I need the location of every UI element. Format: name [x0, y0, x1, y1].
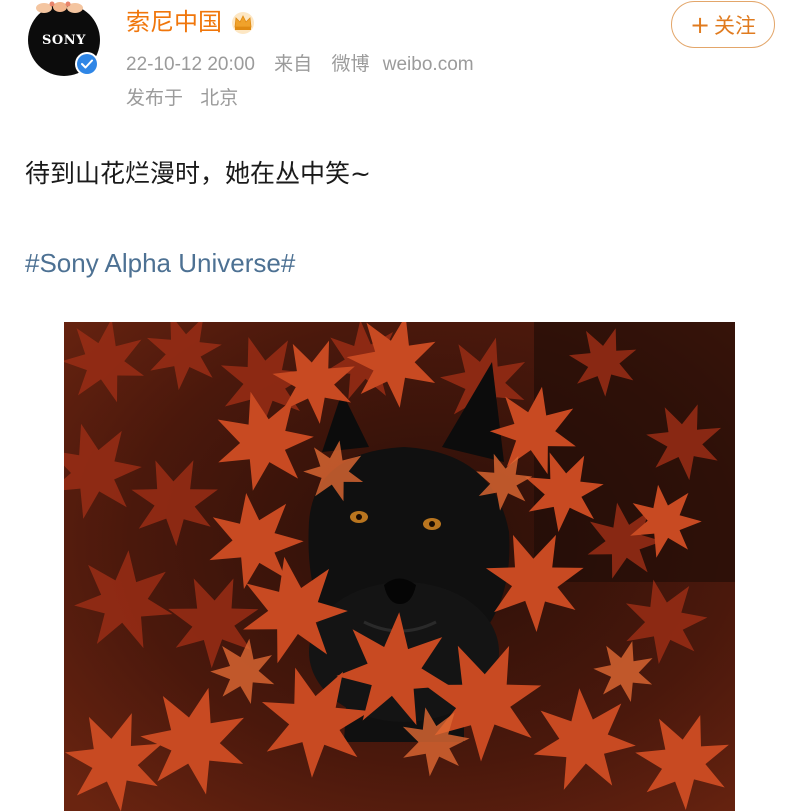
- avatar-logo-text: SONY: [42, 32, 86, 48]
- post-date: 22-10-12 20:00: [126, 54, 255, 75]
- location-place: 北京: [200, 88, 239, 109]
- follow-label: 关注: [714, 13, 757, 38]
- author-name[interactable]: 索尼中国: [126, 7, 222, 37]
- plus-icon: +: [689, 10, 711, 39]
- black-dog-in-red-maple-leaves-photo: [64, 322, 735, 811]
- post-text: 待到山花烂漫时，她在丛中笑~: [25, 159, 371, 188]
- source-app: 微博: [331, 54, 370, 75]
- avatar-decoration-icon: [36, 1, 83, 13]
- post-meta: 22-10-12 20:00 来自 微博 weibo.com: [126, 52, 488, 78]
- post-image[interactable]: [64, 322, 735, 811]
- verified-badge: [75, 52, 99, 76]
- hashtag-link[interactable]: #Sony Alpha Universe#: [25, 244, 295, 282]
- source-domain: weibo.com: [382, 54, 474, 75]
- location-label: 发布于: [126, 88, 184, 109]
- verified-check-icon: [77, 54, 97, 74]
- author-name-row: 索尼中国: [126, 5, 256, 39]
- post-location: 发布于 北京: [126, 86, 250, 112]
- follow-button[interactable]: + 关注: [671, 1, 775, 48]
- crown-icon: [232, 12, 254, 34]
- source-label: 来自: [274, 54, 313, 75]
